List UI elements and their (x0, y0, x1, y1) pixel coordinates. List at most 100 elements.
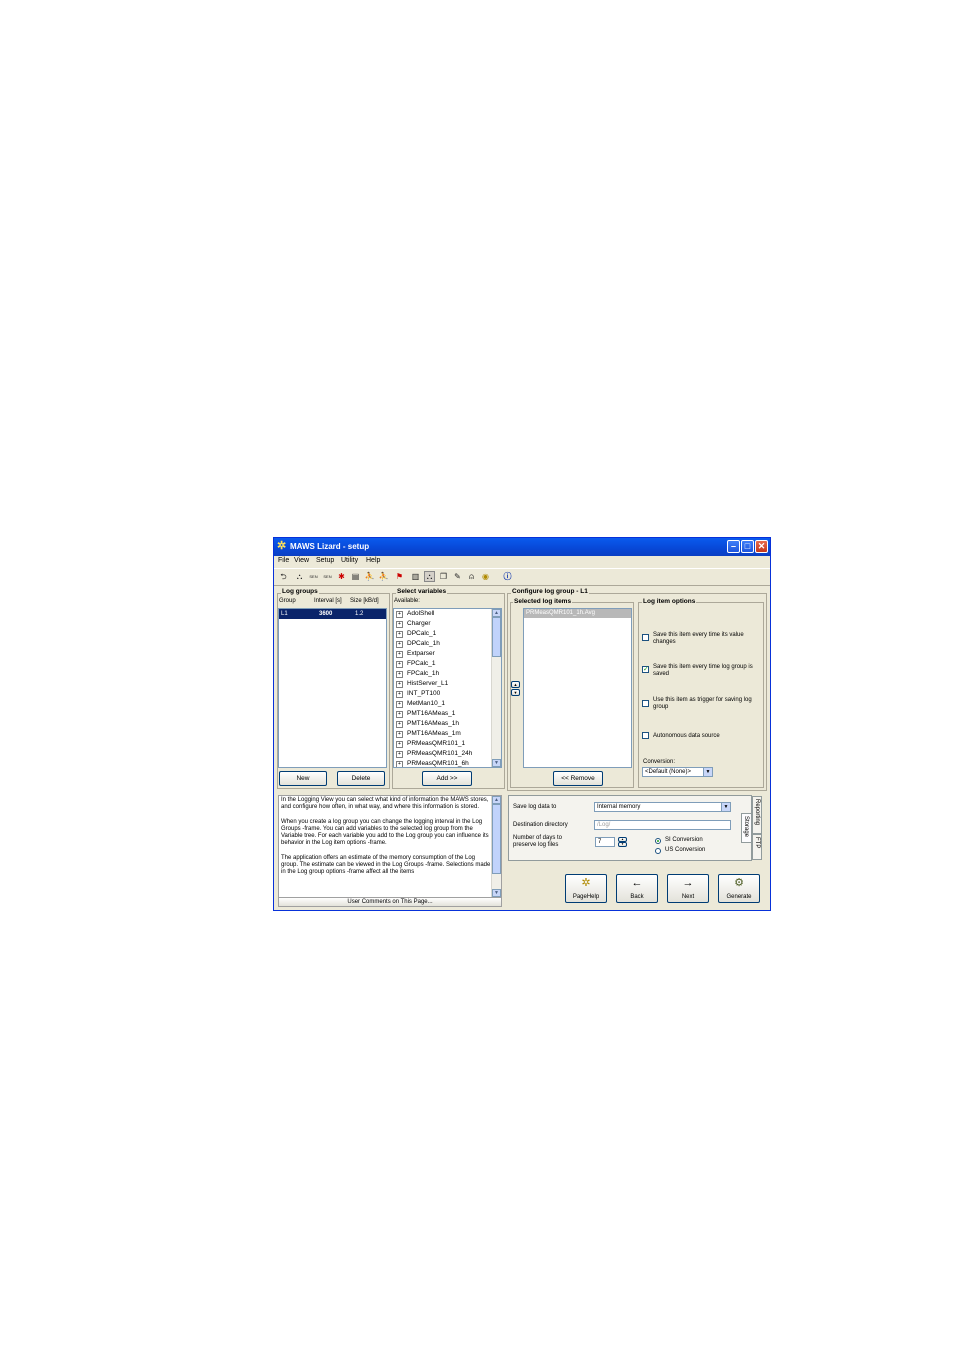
tree-item[interactable]: + PMT16AMeas_1 (396, 709, 455, 719)
minimize-icon: – (730, 541, 736, 551)
menu-bar: File View Setup Utility Help (274, 556, 770, 567)
scroll-down-icon[interactable]: ▼ (492, 759, 501, 767)
remove-button[interactable]: << Remove (553, 771, 603, 786)
minimize-button[interactable]: – (727, 540, 740, 553)
select-variables-title: Select variables (396, 588, 448, 595)
sensor-icon[interactable]: SEN (308, 571, 319, 582)
back-arrow-icon[interactable]: ⮌ (278, 571, 289, 582)
back-button[interactable]: ← Back (616, 874, 658, 903)
run-icon[interactable]: ⛹ (364, 571, 375, 582)
maximize-button[interactable]: □ (741, 540, 754, 553)
help-text: In the Logging View you can select what … (281, 797, 491, 876)
stepper-down-icon[interactable]: ▼ (618, 842, 627, 847)
network-icon[interactable]: ⛬ (294, 571, 305, 582)
variable-scrollbar[interactable]: ▲ ▼ (491, 609, 501, 767)
tree-item[interactable]: + DPCalc_1 (396, 629, 436, 639)
scroll-up-icon[interactable]: ▲ (492, 609, 501, 617)
save-log-select[interactable]: Internal memory ▼ (594, 802, 731, 812)
save-on-change-label: Save this item every time its value chan… (653, 632, 744, 645)
selected-items-title: Selected log items (513, 598, 573, 605)
tree-item[interactable]: + INT_PT100 (396, 689, 440, 699)
pen-icon[interactable]: ✎ (452, 571, 463, 582)
display-icon[interactable]: ▤ (350, 571, 361, 582)
days-stepper[interactable]: 7 (595, 837, 615, 847)
help-scrollbar[interactable]: ▲ ▼ (491, 796, 501, 897)
main-window: ✲ MAWS Lizard - setup – □ ✕ File View Se… (273, 537, 771, 911)
selected-items-list[interactable]: PRMeasQMR101_1h.Avg (523, 608, 632, 768)
menu-file[interactable]: File (278, 557, 289, 564)
tree-item[interactable]: + Extparser (396, 649, 435, 659)
next-button[interactable]: → Next (667, 874, 709, 903)
tree-item[interactable]: + PMT16AMeas_1m (396, 729, 461, 739)
configure-title: Configure log group - L1 (511, 588, 589, 595)
tab-storage[interactable]: Storage (741, 813, 751, 843)
new-button[interactable]: New (279, 771, 327, 786)
scroll-up-icon[interactable]: ▲ (492, 796, 501, 804)
network-icon[interactable]: ⛬ (424, 571, 435, 582)
close-icon: ✕ (757, 541, 766, 551)
log-item-options-title: Log item options (642, 598, 697, 605)
tree-item[interactable]: + HistServer_L1 (396, 679, 448, 689)
tree-item[interactable]: + PRMeasQMR101_6h (396, 759, 469, 767)
si-conversion-radio[interactable] (655, 838, 661, 844)
pagehelp-icon: ✲ (581, 877, 591, 889)
tree-item[interactable]: + Charger (396, 619, 430, 629)
log-groups-title: Log groups (281, 588, 319, 595)
move-down-icon[interactable]: ▼ (511, 689, 520, 696)
tree-item[interactable]: + FPCalc_1 (396, 659, 436, 669)
move-up-icon[interactable]: ▲ (511, 681, 520, 688)
scroll-down-icon[interactable]: ▼ (492, 889, 501, 897)
trigger-checkbox[interactable] (642, 700, 649, 707)
si-conversion-label: SI Conversion (665, 837, 703, 843)
scroll-thumb[interactable] (492, 804, 501, 874)
delete-button[interactable]: Delete (337, 771, 385, 786)
tree-item[interactable]: + FPCalc_1h (396, 669, 439, 679)
bell-icon[interactable]: ⍝ (466, 571, 477, 582)
add-button[interactable]: Add >> (422, 771, 472, 786)
tree-item[interactable]: + DPCalc_1h (396, 639, 440, 649)
globe-icon[interactable]: ◉ (480, 571, 491, 582)
scroll-thumb[interactable] (492, 617, 501, 657)
autonomous-label: Autonomous data source (653, 733, 720, 739)
sensor-icon[interactable]: SEN (322, 571, 333, 582)
flag-icon[interactable]: ⚑ (394, 571, 405, 582)
user-comments-button[interactable]: User Comments on This Page... (278, 897, 502, 907)
autonomous-checkbox[interactable] (642, 732, 649, 739)
log-groups-list[interactable]: L1 3600 1.2 (278, 608, 387, 768)
menu-help[interactable]: Help (366, 557, 380, 564)
tree-item[interactable]: + PMT16AMeas_1h (396, 719, 459, 729)
conversion-select[interactable]: <Default (None)> ▼ (642, 767, 713, 777)
menu-utility[interactable]: Utility (341, 557, 358, 564)
save-on-group-checkbox[interactable]: ✓ (642, 666, 649, 673)
tree-item[interactable]: + PRMeasQMR101_1 (396, 739, 465, 749)
table-row[interactable]: L1 3600 1.2 (279, 609, 386, 619)
tree-item[interactable]: + PRMeasQMR101_24h (396, 749, 472, 759)
pagehelp-button[interactable]: ✲ PageHelp (565, 874, 607, 903)
generate-button[interactable]: ⚙ Generate (718, 874, 760, 903)
list-item[interactable]: PRMeasQMR101_1h.Avg (524, 609, 631, 618)
variable-tree[interactable]: + AdolShell + Charger + DPCalc_1 + DPCalc_1h… (393, 608, 502, 768)
tree-item[interactable]: + AdolShell (396, 609, 434, 619)
menu-view[interactable]: View (294, 557, 309, 564)
save-log-label: Save log data to (513, 804, 557, 810)
info-icon[interactable]: ⓘ (502, 571, 513, 582)
help-text-panel[interactable]: In the Logging View you can select what … (278, 795, 502, 898)
us-conversion-radio[interactable] (655, 848, 661, 854)
column-size: Size [kB/d] (350, 598, 379, 604)
tab-reporting[interactable]: Reporting (752, 796, 762, 834)
calc-icon[interactable]: ✱ (336, 571, 347, 582)
tree-item[interactable]: + MetMan10_1 (396, 699, 445, 709)
run-icon[interactable]: ⛹ (378, 571, 389, 582)
close-button[interactable]: ✕ (755, 540, 768, 553)
meter-icon[interactable]: ▥ (410, 571, 421, 582)
destination-field[interactable]: /Log/ (594, 820, 731, 830)
window-title: MAWS Lizard - setup (290, 542, 370, 551)
available-label: Available: (394, 598, 420, 604)
title-bar[interactable]: ✲ MAWS Lizard - setup – □ ✕ (274, 538, 770, 556)
tab-ftp[interactable]: FTP (752, 834, 762, 860)
save-on-change-checkbox[interactable] (642, 634, 649, 641)
menu-setup[interactable]: Setup (316, 557, 334, 564)
window-icon[interactable]: ❐ (438, 571, 449, 582)
chevron-down-icon: ▼ (721, 803, 730, 811)
maximize-icon: □ (744, 541, 751, 551)
